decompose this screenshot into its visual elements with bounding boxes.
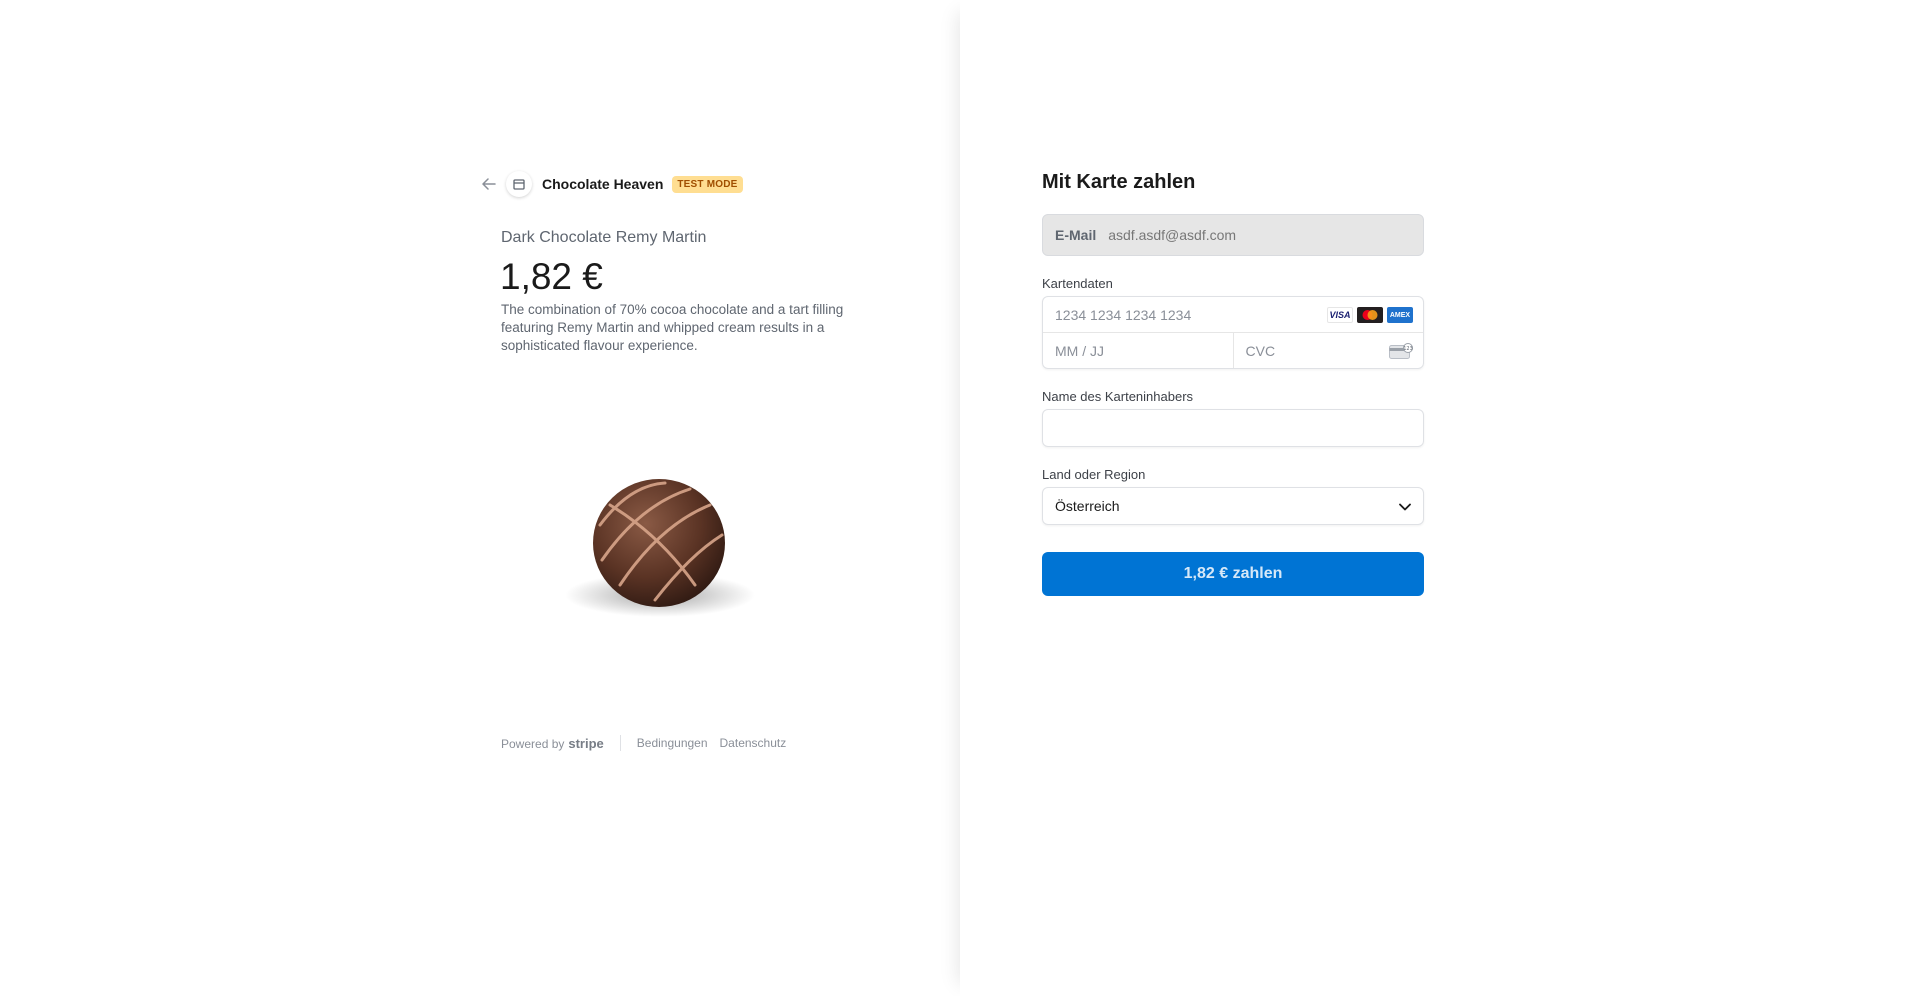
country-label: Land oder Region xyxy=(1042,467,1146,482)
cvc-input[interactable] xyxy=(1245,342,1366,359)
expiry-input[interactable] xyxy=(1055,342,1205,359)
merchant-name: Chocolate Heaven xyxy=(542,176,664,192)
product-name: Dark Chocolate Remy Martin xyxy=(501,229,707,246)
pay-button[interactable]: 1,82 € zahlen xyxy=(1042,552,1424,596)
stripe-logo: stripe xyxy=(568,735,604,751)
order-summary-pane: Chocolate Heaven TEST MODE Dark Chocolat… xyxy=(0,0,960,996)
cardholder-name-input[interactable] xyxy=(1042,409,1424,447)
card-details-group: VISA AMEX 123 xyxy=(1042,296,1424,369)
form-title: Mit Karte zahlen xyxy=(1042,171,1196,193)
cardholder-label: Name des Karteninhabers xyxy=(1042,389,1194,404)
mastercard-icon xyxy=(1357,307,1383,323)
terms-link[interactable]: Bedingungen xyxy=(637,736,708,750)
product-price: 1,82 € xyxy=(500,256,603,297)
product-description: The combination of 70% cocoa chocolate a… xyxy=(501,302,844,353)
email-label: E-Mail xyxy=(1055,227,1097,243)
cvc-card-icon: 123 xyxy=(1389,343,1413,364)
product-image xyxy=(560,465,760,625)
svg-text:123: 123 xyxy=(1403,346,1413,352)
payment-pane: Mit Karte zahlen E-Mail asdf.asdf@asdf.c… xyxy=(960,0,1913,996)
visa-icon: VISA xyxy=(1327,307,1353,323)
merchant-header: Chocolate Heaven TEST MODE xyxy=(478,171,743,197)
footer-divider xyxy=(619,735,621,751)
footer: Powered by stripe Bedingungen Datenschut… xyxy=(501,735,786,751)
email-field[interactable]: E-Mail asdf.asdf@asdf.com xyxy=(1042,214,1424,256)
country-select[interactable]: Österreich xyxy=(1042,487,1424,525)
chevron-down-icon xyxy=(1399,498,1411,514)
store-icon xyxy=(506,171,532,197)
email-value: asdf.asdf@asdf.com xyxy=(1108,227,1237,243)
country-value: Österreich xyxy=(1055,498,1120,514)
amex-icon: AMEX xyxy=(1387,307,1413,323)
test-mode-badge: TEST MODE xyxy=(672,175,743,193)
back-arrow-icon[interactable] xyxy=(478,173,500,195)
powered-by-label: Powered by xyxy=(501,736,565,751)
powered-by[interactable]: Powered by stripe xyxy=(501,736,604,751)
card-brands: VISA AMEX xyxy=(1327,307,1413,323)
card-details-label: Kartendaten xyxy=(1042,276,1113,291)
card-number-input[interactable] xyxy=(1055,306,1315,323)
privacy-link[interactable]: Datenschutz xyxy=(720,736,787,750)
payment-form: Mit Karte zahlen E-Mail asdf.asdf@asdf.c… xyxy=(1042,171,1424,596)
